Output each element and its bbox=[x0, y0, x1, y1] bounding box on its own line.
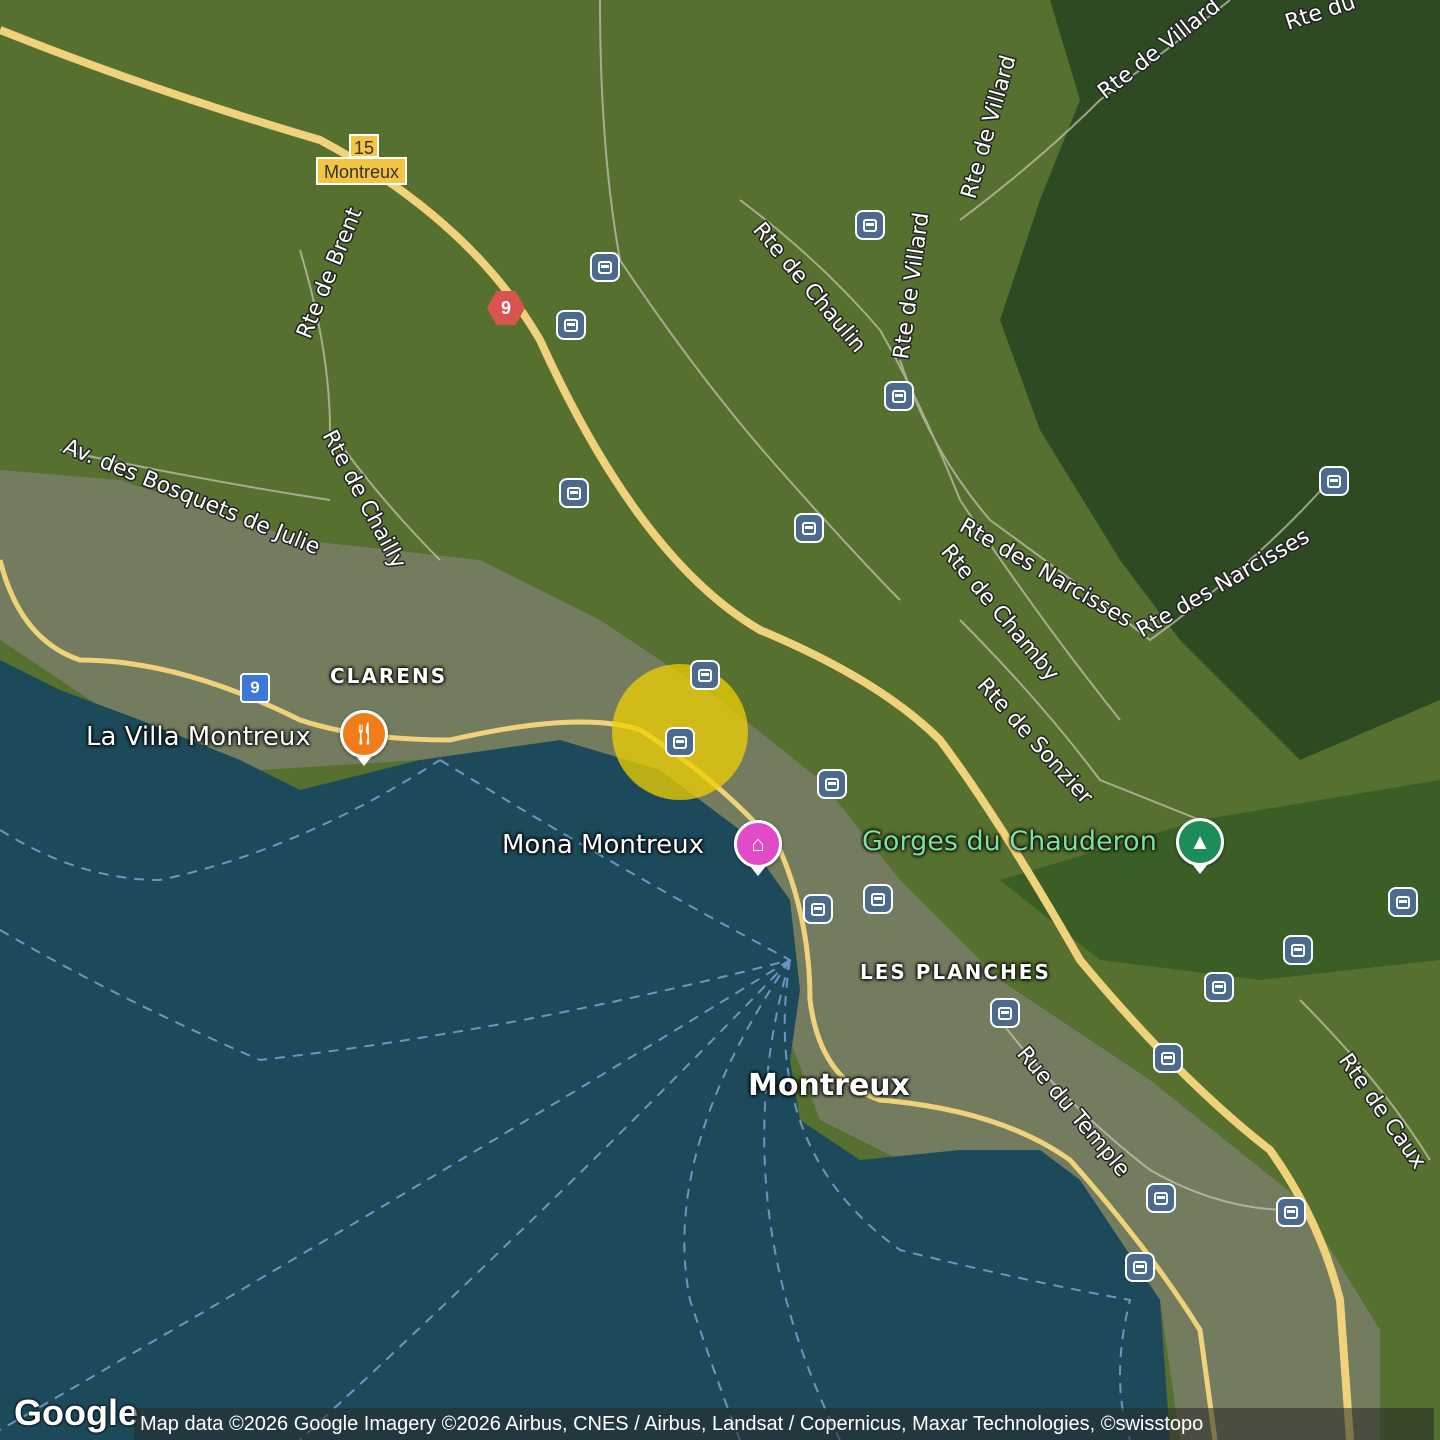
place-label-les-planches: LES PLANCHES bbox=[860, 960, 1051, 984]
bus-stop-icon bbox=[863, 218, 877, 232]
transit-stop[interactable] bbox=[794, 513, 824, 543]
transit-stop[interactable] bbox=[1146, 1183, 1176, 1213]
transit-stop[interactable] bbox=[855, 210, 885, 240]
transit-stop[interactable] bbox=[665, 727, 695, 757]
transit-stop[interactable] bbox=[803, 894, 833, 924]
transit-stop[interactable] bbox=[1276, 1197, 1306, 1227]
satellite-imagery: Rte de Brent Rte de Chailly Av. des Bosq… bbox=[0, 0, 1440, 1440]
transit-stop[interactable] bbox=[990, 998, 1020, 1028]
bus-stop-icon bbox=[1212, 980, 1226, 994]
bus-stop-icon bbox=[998, 1006, 1012, 1020]
poi-label-hotel[interactable]: Mona Montreux bbox=[502, 830, 704, 860]
poi-label-restaurant[interactable]: La Villa Montreux bbox=[86, 722, 311, 752]
poi-label-park[interactable]: Gorges du Chauderon bbox=[862, 826, 1157, 857]
bus-stop-icon bbox=[564, 318, 578, 332]
transit-stop[interactable] bbox=[590, 252, 620, 282]
google-logo: Google bbox=[14, 1392, 138, 1433]
hotel-icon: ⌂ bbox=[751, 831, 765, 856]
hotel-pin[interactable]: ⌂ bbox=[734, 820, 782, 876]
restaurant-pin[interactable]: 🍴︎ bbox=[340, 710, 388, 766]
map-attribution[interactable]: Map data ©2026 Google Imagery ©2026 Airb… bbox=[134, 1408, 1434, 1440]
bus-stop-icon bbox=[567, 486, 581, 500]
transit-stop[interactable] bbox=[559, 478, 589, 508]
bus-stop-icon bbox=[802, 521, 816, 535]
park-pin[interactable]: ▲ bbox=[1176, 818, 1224, 874]
bus-stop-icon bbox=[1154, 1191, 1168, 1205]
transit-stop[interactable] bbox=[690, 660, 720, 690]
place-label-montreux: Montreux bbox=[748, 1068, 911, 1103]
bus-stop-icon bbox=[1161, 1051, 1175, 1065]
restaurant-icon: 🍴︎ bbox=[350, 721, 378, 746]
bus-stop-icon bbox=[698, 668, 712, 682]
bus-stop-icon bbox=[1133, 1260, 1147, 1274]
place-label-clarens: CLARENS bbox=[330, 664, 448, 688]
bus-stop-icon bbox=[1396, 895, 1410, 909]
exit-number-badge: 15 bbox=[349, 134, 379, 158]
transit-stop[interactable] bbox=[556, 310, 586, 340]
transit-stop[interactable] bbox=[1153, 1043, 1183, 1073]
transit-stop[interactable] bbox=[884, 381, 914, 411]
transit-stop[interactable] bbox=[1125, 1252, 1155, 1282]
transit-stop[interactable] bbox=[817, 769, 847, 799]
bus-stop-icon bbox=[1327, 474, 1341, 488]
transit-stop[interactable] bbox=[1388, 887, 1418, 917]
bus-stop-icon bbox=[1284, 1205, 1298, 1219]
exit-name-badge: Montreux bbox=[316, 157, 408, 185]
bus-stop-icon bbox=[892, 389, 906, 403]
route-shield-blue: 9 bbox=[240, 673, 270, 703]
transit-stop[interactable] bbox=[1319, 466, 1349, 496]
bus-stop-icon bbox=[811, 902, 825, 916]
bus-stop-icon bbox=[598, 260, 612, 274]
map-canvas[interactable]: Rte de Brent Rte de Chailly Av. des Bosq… bbox=[0, 0, 1440, 1440]
bus-stop-icon bbox=[871, 892, 885, 906]
transit-stop[interactable] bbox=[863, 884, 893, 914]
tree-icon: ▲ bbox=[1189, 829, 1211, 854]
transit-stop[interactable] bbox=[1283, 935, 1313, 965]
bus-stop-icon bbox=[1291, 943, 1305, 957]
transit-stop[interactable] bbox=[1204, 972, 1234, 1002]
bus-stop-icon bbox=[825, 777, 839, 791]
bus-stop-icon bbox=[673, 735, 687, 749]
